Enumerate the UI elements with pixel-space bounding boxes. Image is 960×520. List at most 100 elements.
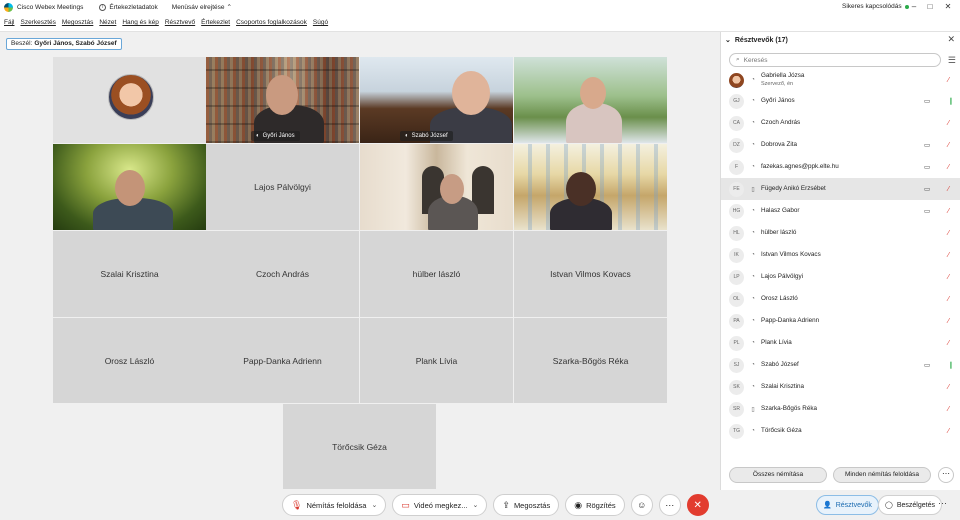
chevron-down-icon[interactable]: ⌄ (473, 501, 479, 509)
menu-view[interactable]: Nézet (99, 19, 116, 26)
chevron-up-icon: ⌃ (226, 4, 232, 11)
share-button[interactable]: ⇪ Megosztás (493, 494, 560, 516)
mic-muted-icon[interactable]: ⁄ (948, 384, 949, 391)
avatar: SJ (729, 357, 744, 373)
video-tile-plank[interactable]: Plank Lívia (360, 318, 513, 403)
share-label: Megosztás (513, 500, 551, 510)
participant-head (580, 77, 606, 109)
mic-on-icon[interactable]: ❙ (948, 361, 954, 369)
panel-close-button[interactable]: ✕ (947, 34, 955, 45)
video-tile-szalai[interactable]: Szalai Krisztina (53, 231, 206, 317)
participant-row[interactable]: SK ◔ Szalai Krisztina ⁄ (721, 376, 960, 398)
menu-breakout[interactable]: Csoportos foglalkozások (236, 19, 307, 26)
more-options-button[interactable]: ⋯ (658, 494, 681, 516)
mic-muted-icon[interactable]: ⁄ (948, 318, 949, 325)
participant-row[interactable]: SR ▯ Szarka-Bőgös Réka ⁄ (721, 398, 960, 420)
video-tile-kovacs[interactable]: Istvan Vilmos Kovacs (514, 231, 667, 317)
video-tile-szarka[interactable]: Szarka-Bőgös Réka (514, 318, 667, 403)
participant-row[interactable]: HG ◔ Halasz Gabor ▭ ⁄ (721, 200, 960, 222)
speaker-icon: ◐ (256, 133, 260, 139)
video-tile-czoch[interactable]: Czoch András (206, 231, 359, 317)
menu-participant[interactable]: Résztvevő (165, 19, 195, 26)
menu-help[interactable]: Súgó (313, 19, 328, 26)
participant-name: Törőcsik Géza (761, 427, 802, 434)
video-tile-orosz[interactable]: Orosz László (53, 318, 206, 403)
participant-row[interactable]: LP ◔ Lajos Pálvölgyi ⁄ (721, 266, 960, 288)
video-tile-hulber[interactable]: hülber lászló (360, 231, 513, 317)
video-tile-palvolgyi[interactable]: Lajos Pálvölgyi (206, 144, 359, 230)
mic-muted-icon[interactable]: ⁄ (948, 296, 949, 303)
mic-muted-icon[interactable]: ⁄ (948, 142, 949, 149)
participant-search-input[interactable]: ⌕ Keresés (729, 53, 941, 67)
participant-row[interactable]: DZ ◔ Dobrova Zita ▭ ⁄ (721, 134, 960, 156)
unmute-button[interactable]: 🎙 Némítás feloldása ⌄ (282, 494, 387, 516)
participant-row[interactable]: TG ◔ Törőcsik Géza ⁄ (721, 420, 960, 442)
participant-row[interactable]: HL ◔ hülber lászló ⁄ (721, 222, 960, 244)
mic-muted-icon[interactable]: ⁄ (948, 164, 949, 171)
hide-menubar-button[interactable]: Menüsáv elrejtése ⌃ (172, 3, 232, 12)
menu-edit[interactable]: Szerkesztés (20, 19, 55, 26)
mic-muted-icon[interactable]: ⁄ (948, 340, 949, 347)
participant-row[interactable]: PL ◔ Plank Lívia ⁄ (721, 332, 960, 354)
participants-toggle-button[interactable]: 👤 Résztvevők (816, 495, 879, 515)
sort-icon[interactable]: ☰ (948, 55, 956, 66)
participant-name-block: Szabó József (761, 361, 799, 369)
video-tile-window[interactable] (360, 144, 513, 230)
mic-muted-icon[interactable]: ⁄ (948, 186, 949, 193)
menu-meeting[interactable]: Értekezlet (201, 19, 230, 26)
mute-all-button[interactable]: Összes némítása (729, 467, 827, 483)
mic-muted-icon[interactable]: ⁄ (948, 208, 949, 215)
chat-toggle-button[interactable]: ◯ Beszélgetés (878, 495, 942, 515)
video-tile-papp[interactable]: Papp-Danka Adrienn (206, 318, 359, 403)
mic-muted-icon[interactable]: ⁄ (948, 406, 949, 413)
video-tile-gyori[interactable]: ◐ Győri János (206, 57, 359, 143)
camera-icon: ▭ (924, 362, 931, 369)
video-tile-torocsik[interactable]: Törőcsik Géza (283, 404, 436, 489)
more-panels-button[interactable]: ⋯ (938, 498, 947, 509)
reactions-button[interactable]: ☺ (630, 494, 653, 516)
mic-muted-icon[interactable]: ⁄ (948, 230, 949, 237)
avatar: SR (729, 401, 744, 417)
participant-row[interactable]: F ◔ fazekas.agnes@ppk.elte.hu ▭ ⁄ (721, 156, 960, 178)
camera-icon: ▭ (924, 208, 931, 215)
mic-muted-icon[interactable]: ⁄ (948, 252, 949, 259)
video-tile-arch[interactable] (53, 144, 206, 230)
minimize-button[interactable]: – (908, 1, 920, 13)
record-button[interactable]: ◉ Rögzítés (565, 494, 625, 516)
maximize-button[interactable]: □ (924, 1, 936, 13)
video-tile-szabo[interactable]: ◐ Szabó József (360, 57, 513, 143)
participant-row[interactable]: ◔ Gabriella Józsa Szervező, én ⁄ (721, 70, 960, 90)
participant-row[interactable]: SJ ◔ Szabó József ▭ ❙ (721, 354, 960, 376)
start-video-button[interactable]: ▭ Videó megkez... ⌄ (392, 494, 488, 516)
name-tag: ◐ Győri János (251, 131, 300, 141)
search-icon: ⌕ (736, 56, 740, 63)
mic-muted-icon[interactable]: ⁄ (948, 428, 949, 435)
video-tile-classroom[interactable] (514, 144, 667, 230)
participant-name-block: Lajos Pálvölgyi (761, 273, 803, 281)
participant-row[interactable]: IK ◔ Istvan Vilmos Kovacs ⁄ (721, 244, 960, 266)
panel-header[interactable]: ⌄ Résztvevők (17) (725, 36, 788, 45)
participant-name-block: Czoch András (761, 119, 800, 127)
mic-muted-icon[interactable]: ⁄ (948, 77, 949, 84)
participant-row[interactable]: FE ▯ Fügedy Anikó Erzsébet ▭ ⁄ (721, 178, 960, 200)
chevron-down-icon[interactable]: ⌄ (371, 501, 377, 509)
panel-more-button[interactable]: ⋯ (938, 467, 954, 483)
avatar: CA (729, 115, 744, 131)
participant-head (440, 174, 464, 204)
menu-file[interactable]: Fájl (4, 19, 14, 26)
meeting-info-button[interactable]: i Értekezletadatok (99, 3, 158, 11)
mic-muted-icon[interactable]: ⁄ (948, 120, 949, 127)
mic-on-icon[interactable]: ❙ (948, 97, 954, 105)
menu-audio-video[interactable]: Hang és kép (122, 19, 159, 26)
unmute-all-button[interactable]: Minden némítás feloldása (833, 467, 931, 483)
mic-muted-icon[interactable]: ⁄ (948, 274, 949, 281)
window-close-button[interactable]: ✕ (942, 1, 954, 13)
video-tile-garden[interactable] (514, 57, 667, 143)
leave-meeting-button[interactable]: ✕ (686, 494, 709, 516)
participant-row[interactable]: PA ◔ Papp-Danka Adrienn ⁄ (721, 310, 960, 332)
participant-row[interactable]: OL ◔ Orosz László ⁄ (721, 288, 960, 310)
menu-share[interactable]: Megosztás (62, 19, 93, 26)
participant-row[interactable]: GJ ◔ Győri János ▭ ❙ (721, 90, 960, 112)
video-tile-self[interactable] (53, 57, 206, 143)
participant-row[interactable]: CA ◔ Czoch András ⁄ (721, 112, 960, 134)
